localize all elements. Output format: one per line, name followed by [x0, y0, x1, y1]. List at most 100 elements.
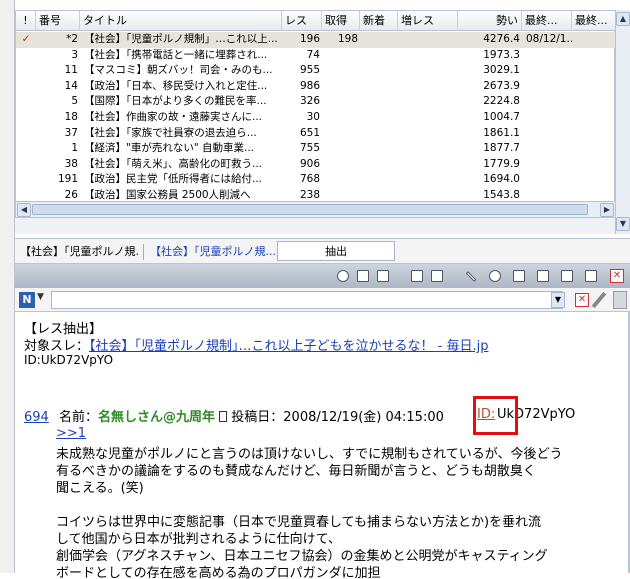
- post-header: 694 名前：名無しさん@九周年 投稿日：2008/12/19(金) 04:15…: [24, 406, 444, 425]
- thread-cell-inc: [398, 172, 458, 188]
- pencil-icon[interactable]: [591, 291, 607, 309]
- column-header-res[interactable]: レス: [282, 11, 322, 31]
- thread-cell-inc: [398, 157, 458, 173]
- id-line: ID:UkD72VpYO: [24, 353, 114, 367]
- horizontal-scrollbar[interactable]: ◀ ▶: [16, 201, 616, 217]
- scroll-up-icon[interactable]: ▲: [616, 12, 630, 26]
- column-header-last2[interactable]: 最終...: [572, 11, 616, 31]
- anchor-link[interactable]: >>1: [56, 426, 86, 441]
- nav-menu-icon[interactable]: N: [19, 292, 35, 308]
- thread-cell-num: 11: [64, 64, 78, 77]
- thread-row[interactable]: 37 【社会】「家族で社員寮の退去迫ら... 651 1861.1: [16, 126, 616, 142]
- thread-cell-got: [322, 63, 360, 79]
- thread-row[interactable]: 3 【社会】「携帯電話と一緒に埋葬され... 74 1973.3: [16, 48, 616, 64]
- column-header-number[interactable]: 番号: [36, 11, 80, 31]
- column-header-momentum[interactable]: 勢い: [458, 11, 522, 31]
- clear-address-icon[interactable]: ✕: [575, 293, 589, 307]
- thread-cell-title: 【政治】民主党「低所得者には給付...: [84, 173, 263, 186]
- thread-cell-num: 1: [71, 142, 78, 155]
- thread-cell-ikioi: 2224.8: [483, 95, 520, 108]
- search-icon[interactable]: [489, 270, 501, 282]
- column-header-fetched[interactable]: 取得: [322, 11, 360, 31]
- thread-row[interactable]: 191 【政治】民主党「低所得者には給付... 768 1694.0: [16, 172, 616, 188]
- copy-icon[interactable]: [377, 270, 389, 282]
- thread-cell-last: 08/12/1...: [526, 33, 572, 45]
- thread-row[interactable]: 1 【経済】"車が売れない" 自動車業... 755 1877.7: [16, 141, 616, 157]
- thread-cell-last: [524, 126, 572, 142]
- folder-icon[interactable]: [411, 270, 423, 282]
- thread-row[interactable]: 18 【社会】作曲家の故・遠藤実さんに... 30 1004.7: [16, 110, 616, 126]
- column-header-title[interactable]: タイトル: [80, 11, 282, 31]
- thread-cell-mark: [16, 63, 36, 79]
- new-doc-icon[interactable]: [357, 270, 369, 282]
- thread-cell-mark: [16, 48, 36, 64]
- delete-icon[interactable]: [537, 270, 549, 282]
- thread-cell-new: [360, 157, 398, 173]
- thread-cell-ikioi: 1877.7: [483, 142, 520, 155]
- address-input[interactable]: [51, 291, 563, 309]
- refresh-icon[interactable]: [337, 270, 349, 282]
- scroll-left-icon[interactable]: ◀: [17, 203, 31, 217]
- post-date: 投稿日：2008/12/19(金) 04:15:00: [231, 410, 444, 425]
- scroll-down-icon[interactable]: ▼: [616, 217, 630, 231]
- column-header-mark[interactable]: !: [16, 11, 36, 31]
- thread-cell-got: [322, 48, 360, 64]
- thread-cell-new: [360, 48, 398, 64]
- thread-cell-got: [322, 126, 360, 142]
- post-body: 未成熟な児童がポルノにと言うのは頂けないし、すでに規制もされているが、今後どう有…: [56, 443, 626, 579]
- thread-cell-got: [322, 94, 360, 110]
- viewer-toolbar: ✕: [15, 264, 630, 288]
- thread-cell-inc: [398, 48, 458, 64]
- thread-cell-num: *2: [66, 33, 78, 45]
- pen-icon[interactable]: [465, 271, 477, 282]
- post-body-line: コイツらは世界中に変態記事（日本で児童買春しても捕まらない方法とか)を垂れ流: [56, 515, 542, 528]
- tab-divider: [143, 244, 144, 260]
- thread-cell-got: 198: [337, 33, 358, 45]
- tab-thread-1[interactable]: 【社会】｢児童ポルノ規...: [17, 242, 139, 262]
- thread-cell-ikioi: 1694.0: [483, 173, 520, 186]
- scroll-right-icon[interactable]: ▶: [600, 203, 614, 217]
- close-tab-icon[interactable]: ✕: [610, 269, 624, 283]
- thread-cell-inc: [398, 63, 458, 79]
- thread-row[interactable]: 14 【政治】「日本、移民受け入れと定住... 986 2673.9: [16, 79, 616, 95]
- thread-cell-res: 74: [306, 48, 320, 61]
- thread-row[interactable]: 11 【マスコミ】朝ズバッ！司会・みのも... 955 3029.1: [16, 63, 616, 79]
- thread-cell-title: 【国際】「日本がより多くの難民を率...: [84, 95, 267, 108]
- thread-row[interactable]: ✓ *2 【社会】「児童ポルノ規制」…これ以上... 196 198 4276.4 08/1…: [16, 32, 616, 48]
- thread-cell-mark: [16, 126, 36, 142]
- thread-cell-num: 38: [64, 157, 78, 170]
- column-header-new[interactable]: 新着: [360, 11, 398, 31]
- tab-extract[interactable]: 抽出: [277, 241, 395, 261]
- thread-row[interactable]: 38 【社会】「萌え米」、高齢化の町救う... 906 1779.9: [16, 157, 616, 173]
- thread-cell-num: 5: [71, 95, 78, 108]
- thread-cell-got: [322, 172, 360, 188]
- horizontal-scroll-thumb[interactable]: [32, 204, 588, 215]
- panel-toggle-icon[interactable]: [613, 291, 627, 309]
- column-header-last1[interactable]: 最終...: [522, 11, 572, 31]
- target-thread-link[interactable]: 【社会】｢児童ポルノ規制｣…これ以上子どもを泣かせるな！ - 毎日.jp: [89, 339, 488, 354]
- thread-cell-num: 3: [71, 48, 78, 61]
- thread-cell-got: [322, 141, 360, 157]
- bookmark-icon[interactable]: [561, 270, 573, 282]
- unknown-glyph: [219, 411, 228, 422]
- thread-cell-res: 651: [299, 126, 320, 139]
- thread-cell-res: 768: [299, 173, 320, 186]
- layout-icon[interactable]: [585, 270, 597, 282]
- target-thread-line: 対象スレ：【社会】｢児童ポルノ規制｣…これ以上子どもを泣かせるな！ - 毎日.j…: [24, 335, 488, 354]
- thread-cell-res: 30: [306, 111, 320, 123]
- thread-cell-mark: [16, 94, 36, 110]
- address-dropdown-icon[interactable]: ▼: [551, 292, 565, 308]
- nav-dropdown-icon[interactable]: ▼: [37, 292, 44, 302]
- post-number-link[interactable]: 694: [24, 410, 49, 425]
- thread-cell-inc: [398, 141, 458, 157]
- thread-cell-num: 18: [64, 111, 78, 123]
- thread-row[interactable]: 5 【国際】「日本がより多くの難民を率... 326 2224.8: [16, 94, 616, 110]
- tab-thread-2[interactable]: 【社会】｢児童ポルノ規...: [147, 242, 275, 262]
- edit-icon[interactable]: [513, 270, 525, 282]
- thread-list-vertical-scrollbar[interactable]: ▲ ▼: [615, 10, 630, 234]
- poster-name: 名無しさん@九周年: [97, 410, 215, 425]
- column-header-increase[interactable]: 増レス: [398, 11, 458, 31]
- thread-cell-got: [322, 110, 360, 126]
- save-icon[interactable]: [431, 270, 443, 282]
- thread-cell-res: 755: [299, 142, 320, 155]
